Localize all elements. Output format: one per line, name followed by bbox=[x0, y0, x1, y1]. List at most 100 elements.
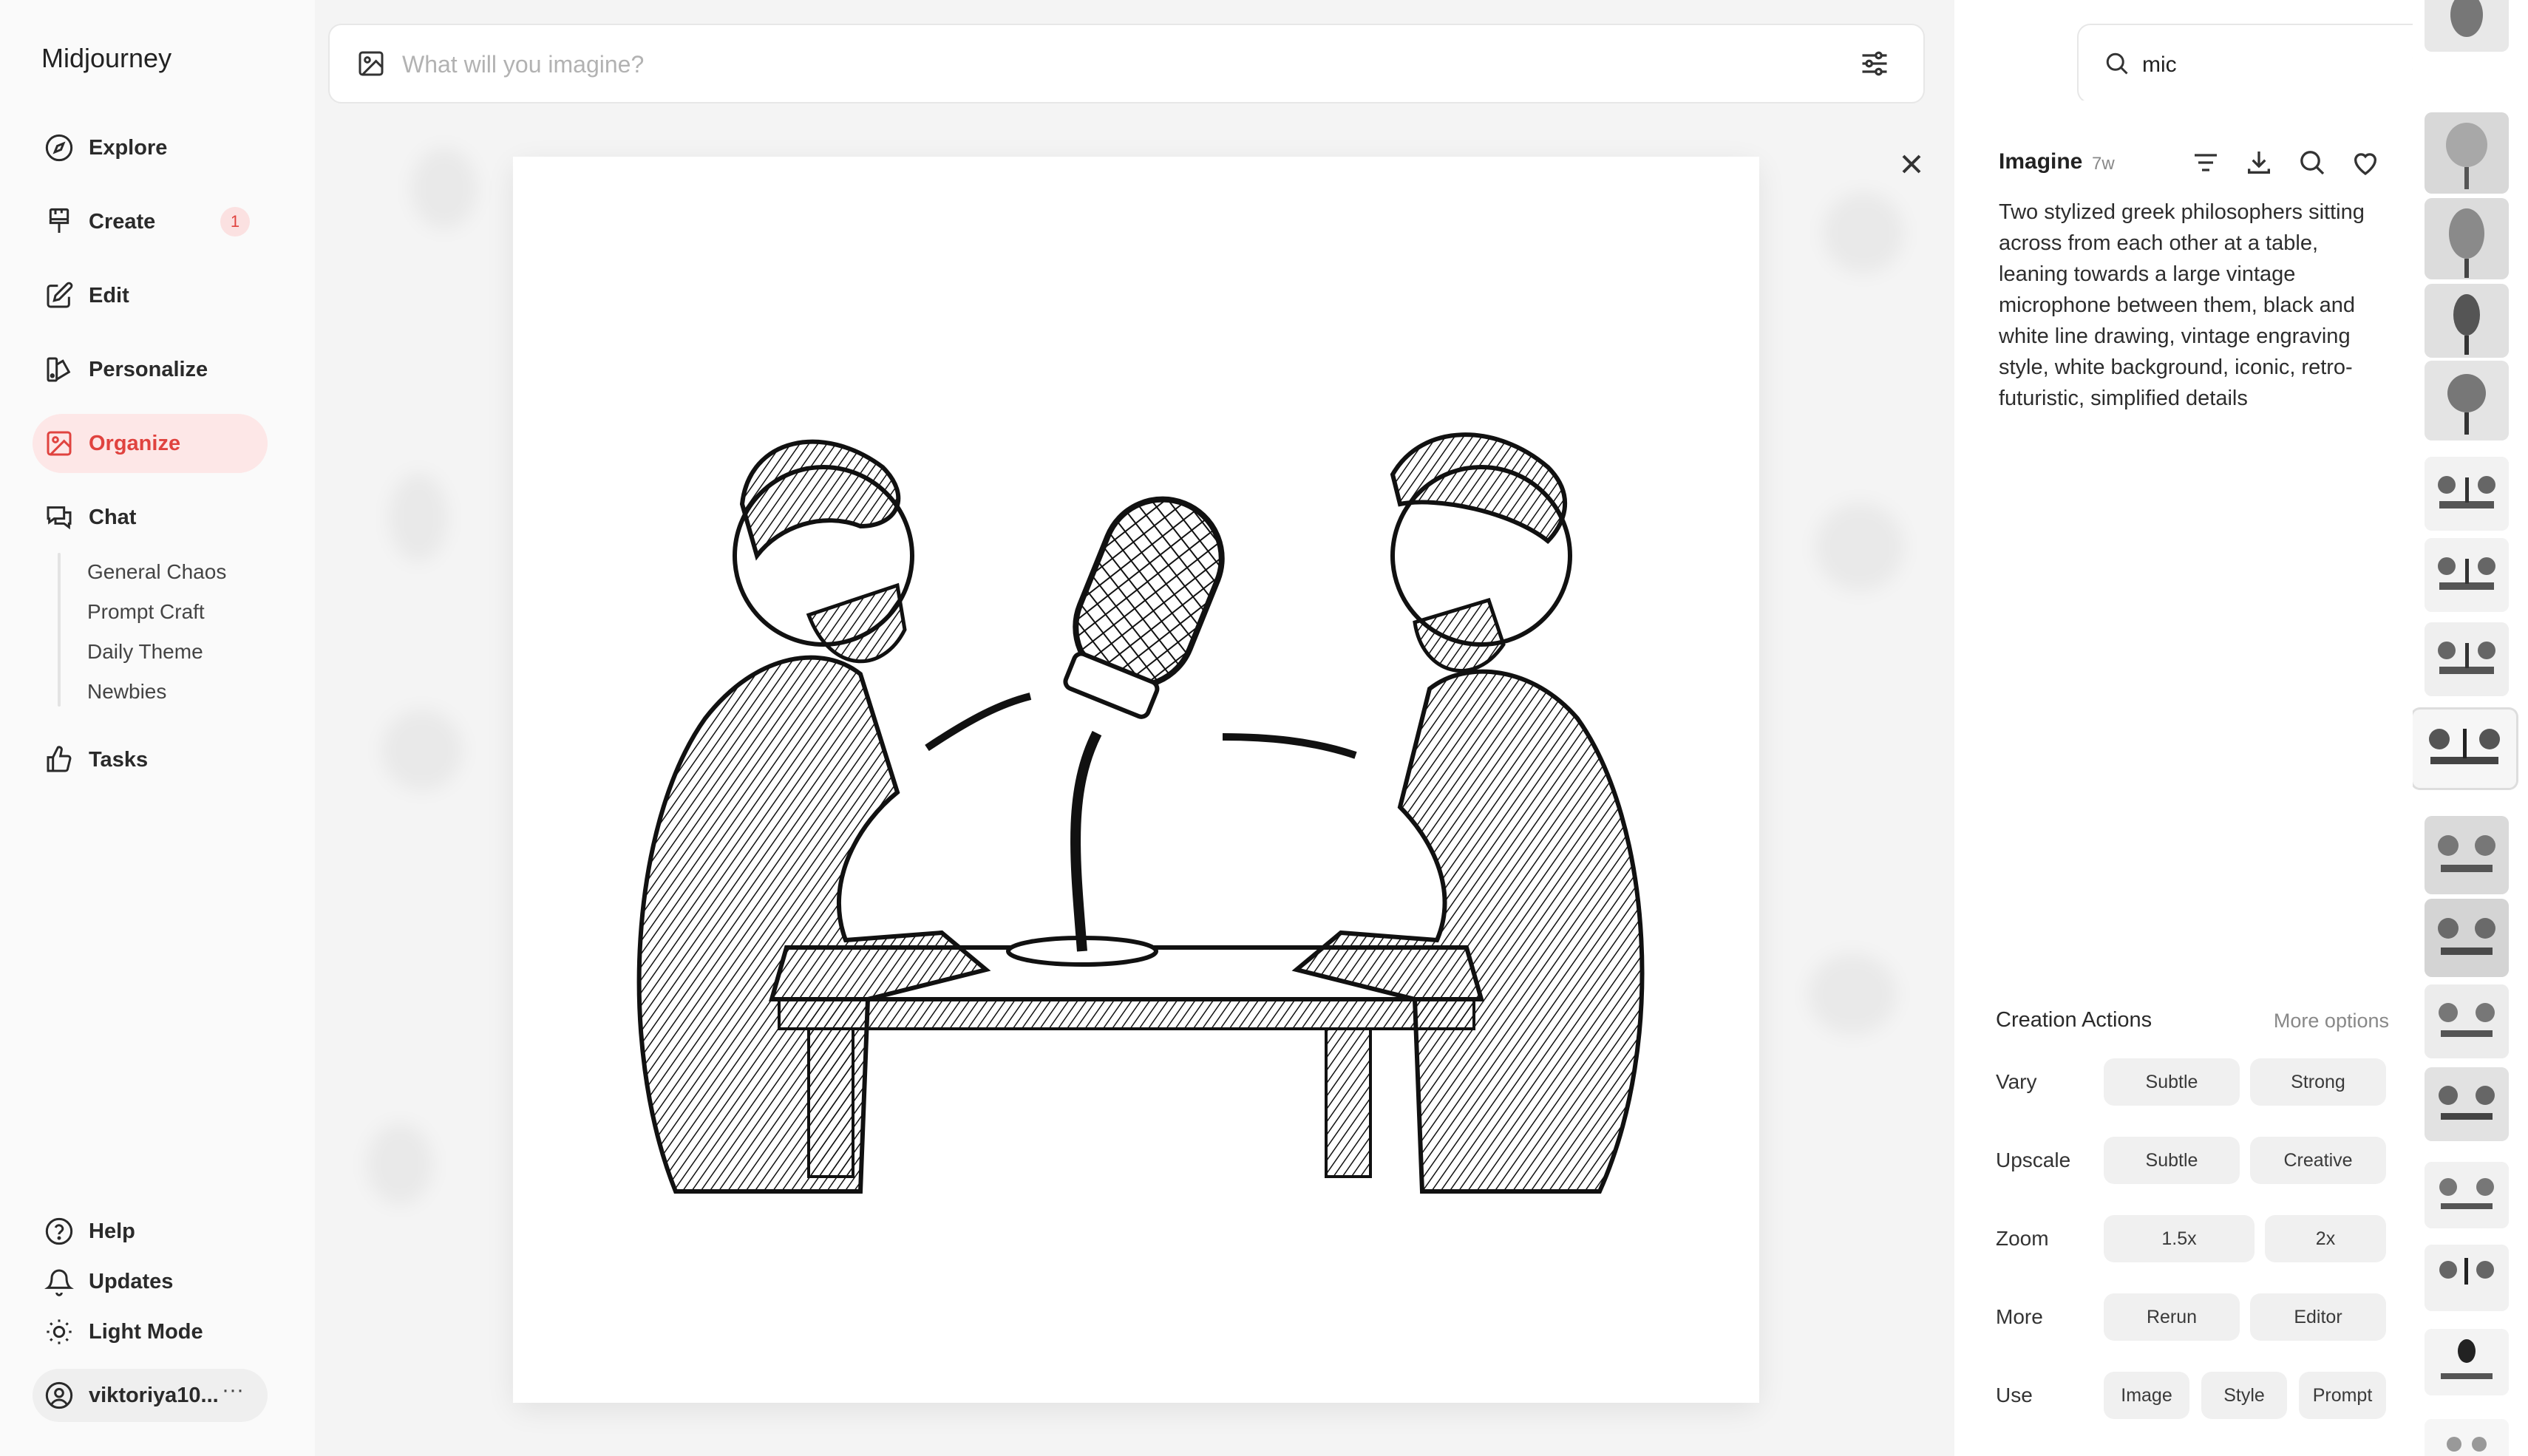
nav-label: Light Mode bbox=[89, 1319, 203, 1344]
thumbnail[interactable] bbox=[2425, 1067, 2509, 1141]
search-icon bbox=[2106, 52, 2128, 75]
creation-actions-title: Creation Actions bbox=[1996, 1008, 2152, 1032]
thumbnail-selected[interactable] bbox=[2413, 710, 2516, 788]
background-blur-thumbnail bbox=[367, 1123, 433, 1205]
image-detail-panel: Imagine 7w Two stylized greek philosophe… bbox=[1954, 101, 2413, 1456]
thumbs-up-icon bbox=[47, 746, 72, 772]
prompt-input[interactable] bbox=[401, 44, 1808, 84]
nav-light-mode[interactable]: Light Mode bbox=[33, 1302, 268, 1361]
chat-room-daily-theme[interactable]: Daily Theme bbox=[87, 640, 203, 664]
thumbnail[interactable] bbox=[2425, 816, 2509, 894]
vary-strong-button[interactable]: Strong bbox=[2250, 1058, 2386, 1106]
nav-tasks[interactable]: Tasks bbox=[33, 730, 268, 789]
detail-title: Imagine bbox=[1999, 149, 2083, 174]
search-similar-icon[interactable] bbox=[2297, 148, 2327, 177]
detail-age: 7w bbox=[2092, 154, 2115, 174]
zoom-1-5x-button[interactable]: 1.5x bbox=[2104, 1215, 2255, 1262]
nav-explore[interactable]: Explore bbox=[33, 118, 268, 177]
close-viewer-icon[interactable] bbox=[1895, 148, 1928, 180]
user-avatar-icon bbox=[45, 1381, 73, 1409]
nav-personalize[interactable]: Personalize bbox=[33, 340, 268, 399]
thumbnail[interactable] bbox=[2425, 361, 2509, 440]
paintbrush-icon bbox=[49, 208, 69, 233]
thumbnail[interactable] bbox=[2425, 1329, 2509, 1395]
thumbnail[interactable] bbox=[2425, 112, 2509, 194]
more-options-icon[interactable]: ··· bbox=[222, 1378, 244, 1403]
upscale-subtle-button[interactable]: Subtle bbox=[2104, 1137, 2240, 1184]
sidebar: Midjourney Explore Create 1 Edit Persona… bbox=[0, 0, 315, 1456]
prompt-bar bbox=[328, 24, 1925, 103]
nav-label: Organize bbox=[89, 431, 181, 455]
background-blur-thumbnail bbox=[381, 710, 463, 791]
use-style-button[interactable]: Style bbox=[2201, 1372, 2287, 1419]
compass-icon bbox=[45, 134, 73, 162]
main-area bbox=[315, 0, 1954, 1456]
chat-tree-line bbox=[58, 553, 61, 707]
sun-icon bbox=[47, 1319, 72, 1344]
row-label-zoom: Zoom bbox=[1996, 1227, 2049, 1250]
thumbnail[interactable] bbox=[2425, 457, 2509, 531]
thumbnail[interactable] bbox=[2425, 899, 2509, 977]
background-blur-thumbnail bbox=[1808, 953, 1897, 1035]
nav-edit[interactable]: Edit bbox=[33, 266, 268, 325]
nav-chat[interactable]: Chat bbox=[33, 488, 268, 547]
settings-sliders-icon[interactable] bbox=[1858, 47, 1891, 80]
chat-room-prompt-craft[interactable]: Prompt Craft bbox=[87, 600, 205, 624]
user-account-button[interactable]: viktoriya10... ··· bbox=[33, 1369, 268, 1422]
thumbnail[interactable] bbox=[2425, 1419, 2509, 1456]
upscale-creative-button[interactable]: Creative bbox=[2250, 1137, 2386, 1184]
image-viewer bbox=[513, 157, 1759, 1403]
user-name: viktoriya10... bbox=[89, 1384, 219, 1407]
background-blur-thumbnail bbox=[389, 473, 448, 562]
nav-label: Help bbox=[89, 1219, 135, 1243]
results-thumbnail-strip bbox=[2413, 0, 2528, 1456]
thumbnail[interactable] bbox=[2425, 622, 2509, 696]
row-label-more: More bbox=[1996, 1305, 2043, 1328]
background-blur-thumbnail bbox=[411, 148, 478, 229]
background-blur-thumbnail bbox=[1823, 192, 1904, 273]
generated-image[interactable] bbox=[513, 157, 1759, 1403]
more-options-link[interactable]: More options bbox=[2274, 1010, 2389, 1033]
edit-icon bbox=[47, 282, 73, 308]
nav-label: Personalize bbox=[89, 357, 208, 381]
nav-label: Updates bbox=[89, 1269, 174, 1293]
filter-lines-icon[interactable] bbox=[2191, 148, 2221, 177]
row-label-vary: Vary bbox=[1996, 1070, 2037, 1093]
nav-label: Tasks bbox=[89, 747, 149, 772]
image-upload-icon[interactable] bbox=[356, 49, 386, 78]
brand-logo[interactable]: Midjourney bbox=[41, 43, 171, 74]
image-icon bbox=[47, 431, 72, 456]
chat-icon bbox=[47, 506, 72, 530]
chat-room-newbies[interactable]: Newbies bbox=[87, 680, 166, 704]
search-input[interactable] bbox=[2141, 46, 2388, 84]
nav-create[interactable]: Create 1 bbox=[33, 192, 268, 251]
bell-icon bbox=[44, 1269, 74, 1296]
vary-subtle-button[interactable]: Subtle bbox=[2104, 1058, 2240, 1106]
nav-label: Chat bbox=[89, 505, 137, 529]
row-label-use: Use bbox=[1996, 1384, 2033, 1406]
thumbnail[interactable] bbox=[2425, 0, 2509, 52]
use-prompt-button[interactable]: Prompt bbox=[2299, 1372, 2386, 1419]
row-label-upscale: Upscale bbox=[1996, 1149, 2071, 1171]
prompt-text[interactable]: Two stylized greek philosophers sitting … bbox=[1999, 197, 2391, 414]
chat-room-general-chaos[interactable]: General Chaos bbox=[87, 560, 226, 584]
help-icon bbox=[45, 1217, 73, 1245]
palette-icon bbox=[47, 357, 71, 382]
rerun-button[interactable]: Rerun bbox=[2104, 1293, 2240, 1341]
thumbnail[interactable] bbox=[2425, 1245, 2509, 1311]
thumbnail[interactable] bbox=[2425, 198, 2509, 279]
background-blur-thumbnail bbox=[1815, 503, 1904, 591]
search-box bbox=[2077, 24, 2460, 103]
editor-button[interactable]: Editor bbox=[2250, 1293, 2386, 1341]
thumbnail[interactable] bbox=[2425, 1162, 2509, 1228]
thumbnail[interactable] bbox=[2425, 284, 2509, 358]
use-image-button[interactable]: Image bbox=[2104, 1372, 2189, 1419]
thumbnail[interactable] bbox=[2425, 984, 2509, 1058]
nav-organize[interactable]: Organize bbox=[33, 414, 268, 473]
nav-label: Explore bbox=[89, 135, 168, 160]
heart-icon[interactable] bbox=[2351, 148, 2380, 177]
zoom-2x-button[interactable]: 2x bbox=[2265, 1215, 2386, 1262]
download-icon[interactable] bbox=[2244, 148, 2274, 177]
thumbnail[interactable] bbox=[2425, 538, 2509, 612]
nav-label: Create bbox=[89, 209, 156, 234]
